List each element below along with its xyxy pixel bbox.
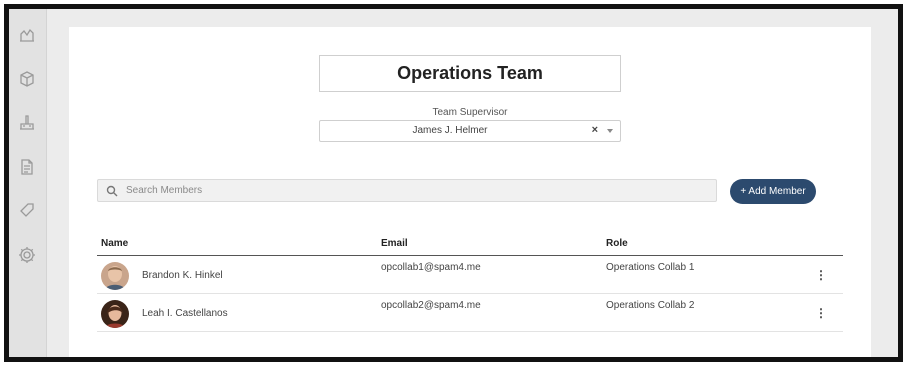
team-panel: Operations Team Team Supervisor James J.… [69, 27, 871, 357]
tag-icon[interactable] [16, 199, 38, 221]
member-name: Leah I. Castellanos [142, 308, 228, 319]
sidebar [9, 9, 47, 357]
member-role: Operations Collab 2 [606, 300, 695, 311]
add-member-button[interactable]: + Add Member [730, 179, 816, 204]
column-header-role[interactable]: Role [606, 238, 628, 249]
box-icon[interactable] [16, 68, 38, 90]
team-title[interactable]: Operations Team [319, 55, 621, 92]
search-icon [106, 184, 118, 197]
clear-icon[interactable]: × [592, 124, 598, 136]
table-row[interactable]: Brandon K. Hinkel opcollab1@spam4.me Ope… [97, 256, 843, 294]
column-header-email[interactable]: Email [381, 238, 408, 249]
document-icon[interactable] [16, 156, 38, 178]
more-options-icon[interactable]: ⋮ [815, 268, 827, 282]
factory-icon[interactable] [16, 111, 38, 133]
member-role: Operations Collab 1 [606, 262, 695, 273]
avatar [101, 300, 129, 328]
column-header-name[interactable]: Name [101, 238, 128, 249]
supervisor-value: James J. Helmer [412, 125, 488, 136]
supervisor-label: Team Supervisor [432, 107, 508, 118]
search-input[interactable] [126, 182, 706, 199]
table-row[interactable]: Leah I. Castellanos opcollab2@spam4.me O… [97, 294, 843, 332]
member-email: opcollab2@spam4.me [381, 300, 481, 311]
reports-icon[interactable] [16, 23, 38, 45]
members-table: Name Email Role Brandon K. Hinkel opcoll… [97, 234, 843, 332]
member-name: Brandon K. Hinkel [142, 270, 223, 281]
more-options-icon[interactable]: ⋮ [815, 306, 827, 320]
table-header: Name Email Role [97, 234, 843, 256]
right-gutter [878, 9, 898, 357]
avatar [101, 262, 129, 290]
search-bar [97, 179, 717, 202]
chevron-down-icon[interactable] [607, 129, 613, 133]
member-email: opcollab1@spam4.me [381, 262, 481, 273]
app-window: Operations Team Team Supervisor James J.… [4, 4, 903, 362]
supervisor-select[interactable]: James J. Helmer × [319, 120, 621, 142]
gear-icon[interactable] [16, 244, 38, 266]
